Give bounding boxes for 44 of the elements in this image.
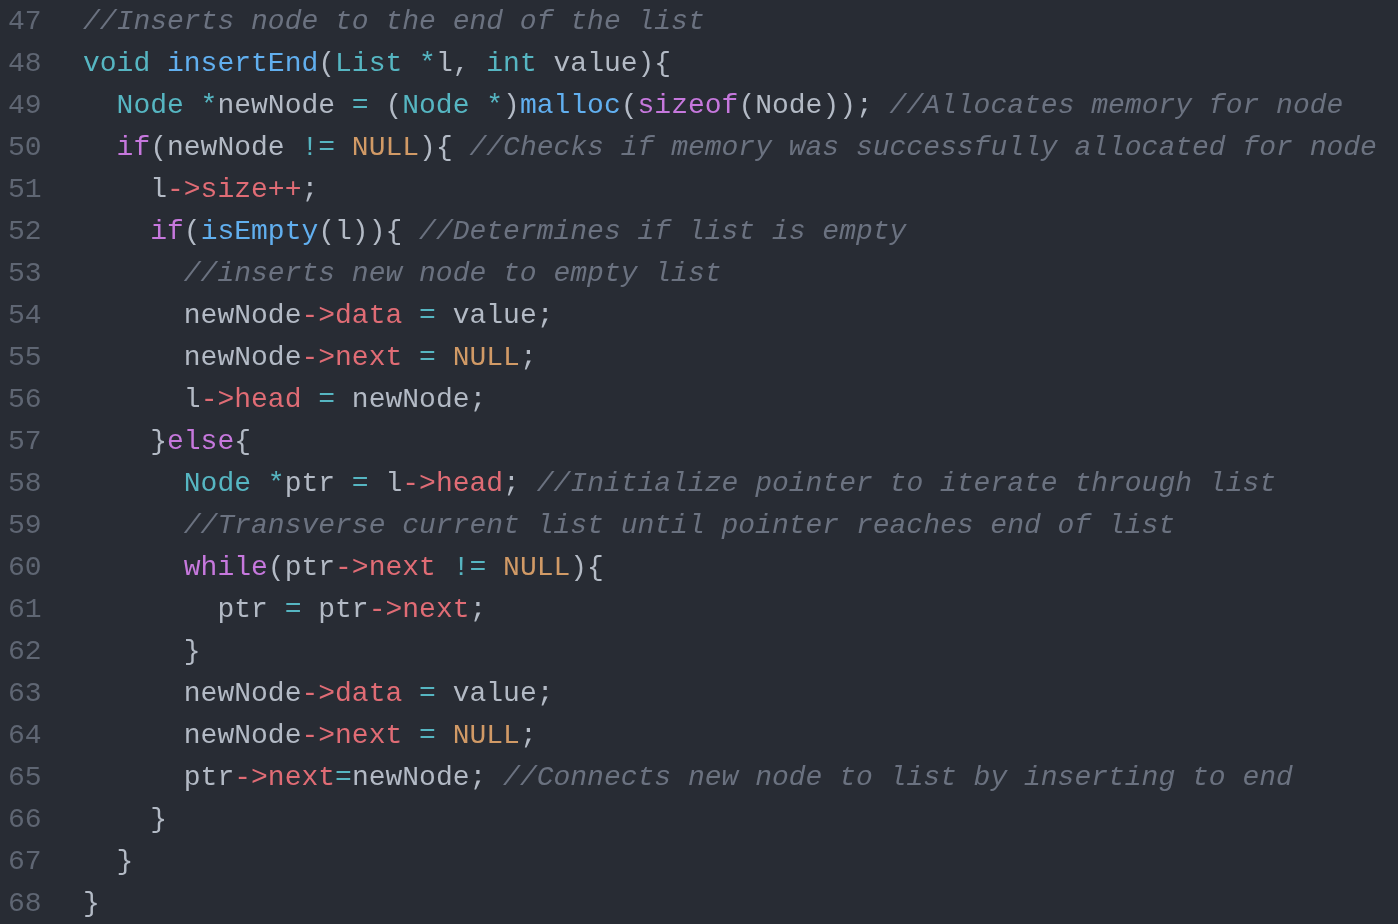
- line-number: 48: [8, 47, 43, 79]
- line-number: 61: [8, 593, 43, 625]
- code-line: l->head = newNode;: [183, 383, 487, 415]
- line-number: 50: [8, 131, 43, 163]
- line-number: 66: [8, 803, 43, 835]
- code-line: //inserts new node to empty list: [183, 257, 722, 289]
- code-line: }else{: [150, 425, 252, 457]
- line-number: 54: [8, 299, 43, 331]
- code-line: //Inserts node to the end of the list: [83, 5, 705, 37]
- code-line: Node *ptr = l->head; //Initialize pointer to iterate through list: [183, 467, 1277, 499]
- code-line: if(isEmpty(l)){ //Determines if list is empty: [150, 215, 907, 247]
- code-line: if(newNode != NULL){ //Checks if memory was successfully allocated for node: [116, 131, 1377, 163]
- line-number: 56: [8, 383, 43, 415]
- line-number: 47: [8, 5, 43, 37]
- code-line: ptr->next=newNode; //Connects new node to list by inserting to end: [183, 761, 1293, 793]
- line-number: 64: [8, 719, 43, 751]
- code-line: }: [83, 887, 100, 919]
- code-line: void insertEnd(List *l, int value){: [83, 47, 672, 79]
- line-number: 52: [8, 215, 43, 247]
- line-number: 63: [8, 677, 43, 709]
- code-line: }: [116, 845, 134, 877]
- line-number: 65: [8, 761, 43, 793]
- line-number: 59: [8, 509, 43, 541]
- line-number: 68: [8, 887, 43, 919]
- line-number: 55: [8, 341, 43, 373]
- line-number: 58: [8, 467, 43, 499]
- line-number: 67: [8, 845, 43, 877]
- code-line: while(ptr->next != NULL){: [183, 551, 604, 583]
- code-line: newNode->data = value;: [183, 299, 554, 331]
- code-line: ptr = ptr->next;: [217, 593, 487, 625]
- line-number: 57: [8, 425, 43, 457]
- code-line: newNode->next = NULL;: [183, 341, 537, 373]
- line-number: 53: [8, 257, 43, 289]
- code-line: }: [150, 803, 167, 835]
- line-number: 49: [8, 89, 43, 121]
- code-line: }: [183, 635, 201, 667]
- code-line: l->size++;: [150, 173, 319, 205]
- line-number: 62: [8, 635, 43, 667]
- code-line: newNode->next = NULL;: [183, 719, 537, 751]
- line-number: 60: [8, 551, 43, 583]
- code-line: //Transverse current list until pointer reaches end of list: [183, 509, 1176, 541]
- line-number: 51: [8, 173, 43, 205]
- code-line: newNode->data = value;: [183, 677, 554, 709]
- code-line: Node *newNode = (Node *)malloc(sizeof(Node)); //Allocates memory for node: [116, 89, 1344, 121]
